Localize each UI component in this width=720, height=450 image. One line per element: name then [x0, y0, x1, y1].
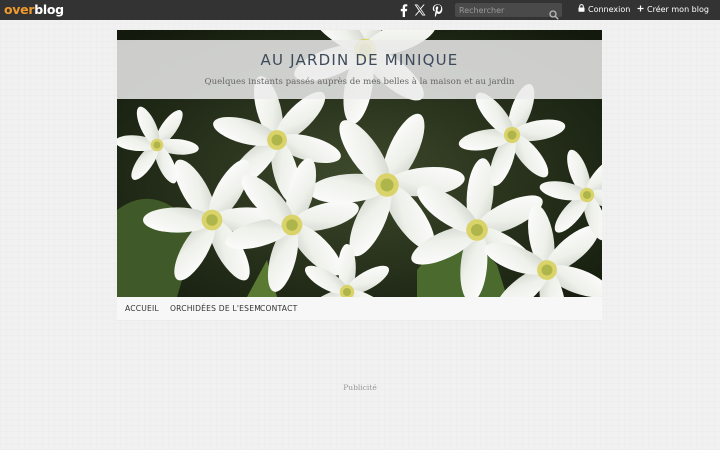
search-input[interactable]: [455, 3, 547, 17]
nav-item-orchidees[interactable]: ORCHIDÉES DE L'ESEM: [170, 297, 261, 320]
search-icon[interactable]: [549, 5, 559, 20]
x-icon[interactable]: [412, 2, 428, 18]
nav-item-contact[interactable]: CONTACT: [260, 297, 297, 320]
create-blog-label: Créer mon blog: [647, 5, 709, 14]
logo-over-text: over: [4, 2, 35, 17]
lock-icon: [578, 4, 585, 16]
overblog-logo[interactable]: overblog: [4, 2, 64, 18]
pinterest-icon[interactable]: [430, 2, 444, 18]
login-link[interactable]: Connexion: [578, 4, 630, 16]
facebook-icon[interactable]: [396, 2, 410, 18]
login-label: Connexion: [588, 5, 631, 14]
plus-icon: [637, 4, 644, 16]
blog-title[interactable]: AU JARDIN DE MINIQUE: [117, 51, 602, 69]
top-bar: overblog Connexion Créer mon blog: [0, 0, 720, 20]
blog-subtitle: Quelques instants passés auprès de mes b…: [204, 77, 515, 87]
ad-label: Publicité: [343, 383, 377, 392]
logo-blog-text: blog: [34, 2, 64, 17]
blog-header: AU JARDIN DE MINIQUE Quelques instants p…: [117, 30, 602, 297]
nav-item-accueil[interactable]: ACCUEIL: [125, 297, 159, 320]
create-blog-link[interactable]: Créer mon blog: [637, 4, 709, 16]
main-nav: ACCUEIL ORCHIDÉES DE L'ESEM CONTACT: [117, 297, 602, 321]
search-box: [455, 3, 562, 20]
title-overlay: AU JARDIN DE MINIQUE Quelques instants p…: [117, 40, 602, 99]
